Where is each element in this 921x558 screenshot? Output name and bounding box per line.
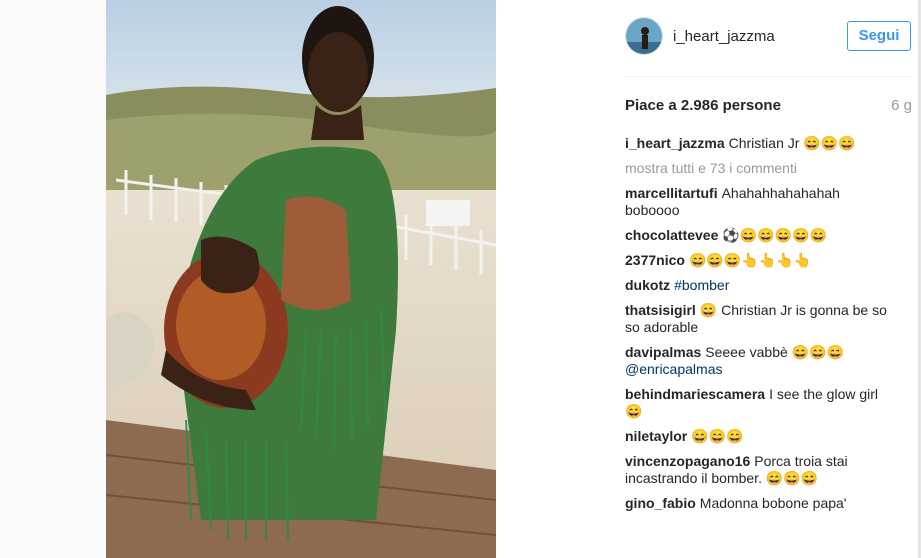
comment-username[interactable]: niletaylor bbox=[625, 428, 687, 444]
likes-count[interactable]: Piace a 2.986 persone bbox=[625, 97, 781, 114]
comment-username[interactable]: davipalmas bbox=[625, 344, 701, 360]
hashtag-link[interactable]: #bomber bbox=[674, 277, 729, 293]
post-photo-illustration bbox=[106, 0, 496, 558]
mention-link[interactable]: @enricapalmas bbox=[625, 361, 722, 377]
comment: 2377nico 😄😄😄👆👆👆👆 bbox=[625, 252, 895, 269]
comment-text: Madonna bobone papa' bbox=[699, 495, 847, 511]
comment-username[interactable]: vincenzopagano16 bbox=[625, 453, 750, 469]
comment: niletaylor 😄😄😄 bbox=[625, 428, 895, 445]
post-side-panel: i_heart_jazzma Segui Piace a 2.986 perso… bbox=[496, 0, 921, 558]
comment: behindmariescamera I see the glow girl 😄 bbox=[625, 386, 895, 420]
comment: thatsisigirl 😄 Christian Jr is gonna be s… bbox=[625, 302, 895, 336]
caption: i_heart_jazzma Christian Jr 😄😄😄 bbox=[625, 135, 895, 152]
comment-username[interactable]: 2377nico bbox=[625, 252, 685, 268]
header-divider bbox=[625, 76, 911, 77]
caption-username[interactable]: i_heart_jazzma bbox=[625, 135, 725, 151]
header-username[interactable]: i_heart_jazzma bbox=[673, 28, 775, 45]
comment-username[interactable]: marcellitartufi bbox=[625, 185, 718, 201]
comment-username[interactable]: dukotz bbox=[625, 277, 670, 293]
comment: chocolattevee ⚽😄😄😄😄😄 bbox=[625, 227, 895, 244]
comment: marcellitartufi Ahahahhahahahah boboooo bbox=[625, 185, 895, 219]
caption-text: Christian Jr 😄😄😄 bbox=[728, 135, 856, 151]
comments-list: i_heart_jazzma Christian Jr 😄😄😄 mostra tu… bbox=[625, 135, 895, 520]
avatar-image-icon bbox=[626, 18, 662, 54]
comment-username[interactable]: gino_fabio bbox=[625, 495, 696, 511]
page-background-left bbox=[0, 0, 106, 558]
likes-row: Piace a 2.986 persone 6 g bbox=[625, 97, 912, 117]
post-header: i_heart_jazzma Segui bbox=[625, 17, 915, 57]
comment-text: 😄😄😄 bbox=[691, 428, 744, 444]
follow-button[interactable]: Segui bbox=[847, 21, 911, 51]
comment: gino_fabio Madonna bobone papa' bbox=[625, 495, 895, 512]
comment-username[interactable]: behindmariescamera bbox=[625, 386, 765, 402]
post-photo[interactable] bbox=[106, 0, 496, 558]
comment-text: ⚽😄😄😄😄😄 bbox=[722, 227, 827, 243]
comment: dukotz #bomber bbox=[625, 277, 895, 294]
comment: vincenzopagano16 Porca troia stai incastr… bbox=[625, 453, 895, 487]
comment-username[interactable]: thatsisigirl bbox=[625, 302, 696, 318]
profile-avatar[interactable] bbox=[625, 17, 663, 55]
comment-text: 😄😄😄👆👆👆👆 bbox=[688, 252, 811, 268]
comment-text: Seeee vabbè 😄😄😄 bbox=[705, 344, 844, 360]
view-all-comments-link[interactable]: mostra tutti e 73 i commenti bbox=[625, 160, 895, 177]
comment-username[interactable]: chocolattevee bbox=[625, 227, 718, 243]
comment: davipalmas Seeee vabbè 😄😄😄 @enricapalmas bbox=[625, 344, 895, 378]
comments-fade bbox=[625, 520, 915, 558]
post-time[interactable]: 6 g bbox=[891, 97, 912, 114]
